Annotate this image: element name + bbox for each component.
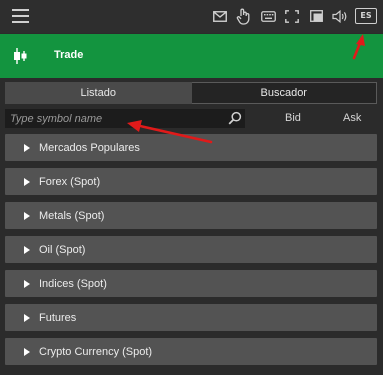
category-label: Metals (Spot) — [39, 209, 105, 222]
expand-arrow-icon — [24, 211, 30, 220]
expand-arrow-icon — [24, 313, 30, 322]
tab-bar: Listado Buscador — [5, 82, 377, 104]
search-icon[interactable] — [228, 111, 242, 125]
bid-column-header: Bid — [285, 112, 301, 124]
category-label: Mercados Populares — [39, 141, 140, 154]
category-label: Crypto Currency (Spot) — [39, 345, 153, 358]
expand-arrow-icon — [24, 143, 30, 152]
mail-icon[interactable] — [211, 7, 229, 25]
expand-arrow-icon — [24, 177, 30, 186]
fullscreen-icon[interactable] — [283, 7, 301, 25]
category-oil-spot[interactable]: Oil (Spot) — [5, 236, 377, 263]
category-mercados-populares[interactable]: Mercados Populares — [5, 134, 377, 161]
category-list: Mercados Populares Forex (Spot) Metals (… — [5, 134, 377, 372]
candlestick-icon — [14, 48, 27, 64]
symbol-search-input[interactable] — [10, 109, 220, 128]
category-label: Forex (Spot) — [39, 175, 101, 188]
trade-title: Trade — [54, 49, 84, 61]
category-metals-spot[interactable]: Metals (Spot) — [5, 202, 377, 229]
toolbar-icons: ES — [211, 7, 377, 25]
category-label: Indices (Spot) — [39, 277, 107, 290]
trade-header: Trade — [0, 34, 383, 78]
ask-column-header: Ask — [343, 112, 362, 124]
category-forex-spot[interactable]: Forex (Spot) — [5, 168, 377, 195]
volume-icon[interactable] — [331, 7, 349, 25]
tab-buscador[interactable]: Buscador — [191, 82, 377, 104]
tab-listado[interactable]: Listado — [5, 82, 192, 104]
language-badge[interactable]: ES — [355, 8, 377, 24]
keyboard-icon[interactable] — [259, 7, 277, 25]
category-crypto-currency-spot[interactable]: Crypto Currency (Spot) — [5, 338, 377, 365]
expand-arrow-icon — [24, 279, 30, 288]
expand-arrow-icon — [24, 347, 30, 356]
window-icon[interactable] — [307, 7, 325, 25]
category-indices-spot[interactable]: Indices (Spot) — [5, 270, 377, 297]
top-toolbar: ES — [0, 0, 383, 33]
symbol-search — [5, 109, 245, 128]
category-label: Oil (Spot) — [39, 243, 86, 256]
hamburger-icon[interactable] — [12, 9, 29, 23]
touch-hand-icon[interactable] — [235, 7, 253, 25]
category-label: Futures — [39, 311, 77, 324]
category-futures[interactable]: Futures — [5, 304, 377, 331]
expand-arrow-icon — [24, 245, 30, 254]
